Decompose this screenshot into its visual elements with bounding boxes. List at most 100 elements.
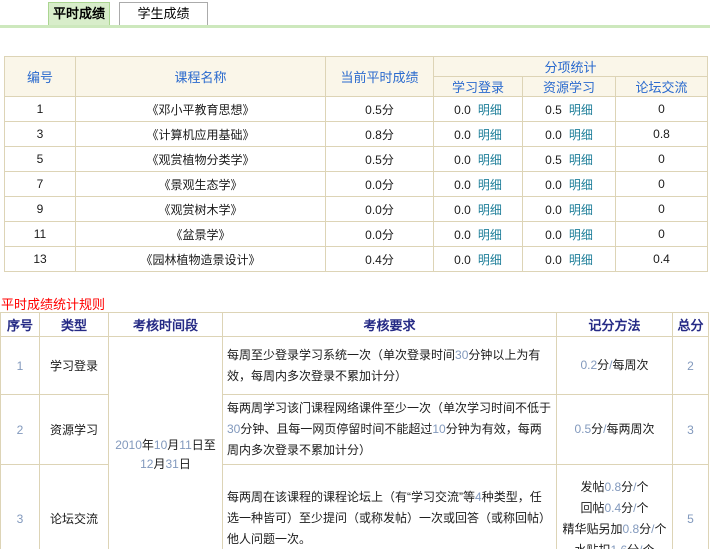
resource-score: 0.5 — [545, 103, 562, 117]
login-score-cell: 0.0 明细 — [434, 147, 523, 172]
col-header-no: 序号 — [1, 313, 40, 337]
resource-detail-link[interactable]: 明细 — [569, 128, 593, 142]
score-row: 11 《盆景学》 0.0分 0.0明细 0.0明细 0 — [5, 222, 708, 247]
rules-header-row: 序号 类型 考核时间段 考核要求 记分方法 总分 — [1, 313, 709, 337]
course-id: 3 — [5, 122, 76, 147]
login-score-cell: 0.0明细 — [434, 97, 523, 122]
login-score: 0.0 — [454, 228, 471, 242]
rule-method-line: 回帖0.4分/个 — [559, 498, 670, 519]
col-header-login: 学习登录 — [434, 77, 523, 97]
forum-score: 0 — [616, 97, 708, 122]
col-header-current-score: 当前平时成绩 — [326, 57, 434, 97]
resource-detail-link[interactable]: 明细 — [569, 253, 593, 267]
course-name: 《观赏植物分类学》 — [76, 147, 326, 172]
course-id: 13 — [5, 247, 76, 272]
rule-no: 3 — [1, 465, 40, 549]
resource-score-cell: 0.5 明细 — [523, 97, 616, 122]
login-detail-link[interactable]: 明细 — [478, 253, 502, 267]
rule-method-line: 0.2分/每周次 — [559, 355, 670, 376]
col-header-breakdown-group: 分项统计 — [434, 57, 708, 77]
course-name: 《邓小平教育思想》 — [76, 97, 326, 122]
col-header-method: 记分方法 — [557, 313, 673, 337]
rule-method-cell: 0.5分/每两周次 — [557, 395, 673, 465]
forum-score: 0 — [616, 172, 708, 197]
rule-method-cell: 发帖0.8分/个 回帖0.4分/个 精华贴另加0.8分/个 水贴扣1.6分/个 — [557, 465, 673, 549]
course-id: 9 — [5, 197, 76, 222]
login-score-cell: 0.0明细 — [434, 122, 523, 147]
current-score: 0.5分 — [326, 147, 434, 172]
rule-requirement: 每两周在该课程的课程论坛上（有“学习交流”等4种类型，任选一种皆可）至少提问（或… — [223, 465, 557, 549]
current-score: 0.0分 — [326, 197, 434, 222]
login-detail-link[interactable]: 明细 — [478, 103, 502, 117]
login-detail-link[interactable]: 明细 — [478, 153, 502, 167]
resource-detail-link[interactable]: 明细 — [569, 228, 593, 242]
current-score: 0.0分 — [326, 222, 434, 247]
rule-type: 学习登录 — [40, 337, 109, 395]
rule-method-line: 水贴扣1.6分/个 — [559, 540, 670, 549]
col-header-type: 类型 — [40, 313, 109, 337]
scores-header-row-1: 编号 课程名称 当前平时成绩 分项统计 — [5, 57, 708, 77]
col-header-period: 考核时间段 — [109, 313, 223, 337]
rule-method-cell: 0.2分/每周次 — [557, 337, 673, 395]
col-header-forum: 论坛交流 — [616, 77, 708, 97]
login-score: 0.0 — [454, 178, 471, 192]
resource-score-cell: 0.0 明细 — [523, 222, 616, 247]
score-row: 5 《观赏植物分类学》 0.5分 0.0明细 0.5明细 0 — [5, 147, 708, 172]
forum-score: 0 — [616, 147, 708, 172]
col-header-requirement: 考核要求 — [223, 313, 557, 337]
login-detail-link[interactable]: 明细 — [478, 178, 502, 192]
score-row: 13 《园林植物造景设计》 0.4分 0.0明细 0.0明细 0.4 — [5, 247, 708, 272]
resource-score: 0.0 — [545, 228, 562, 242]
login-score-cell: 0.0明细 — [434, 247, 523, 272]
login-detail-link[interactable]: 明细 — [478, 128, 502, 142]
rule-no: 2 — [1, 395, 40, 465]
current-score: 0.8分 — [326, 122, 434, 147]
resource-detail-link[interactable]: 明细 — [569, 103, 593, 117]
resource-score: 0.0 — [545, 253, 562, 267]
rule-row: 3 论坛交流 每两周在该课程的课程论坛上（有“学习交流”等4种类型，任选一种皆可… — [1, 465, 709, 549]
col-header-resource: 资源学习 — [523, 77, 616, 97]
resource-score: 0.0 — [545, 178, 562, 192]
col-header-total: 总分 — [673, 313, 709, 337]
resource-score-cell: 0.0 明细 — [523, 122, 616, 147]
login-score: 0.0 — [454, 203, 471, 217]
col-header-id: 编号 — [5, 57, 76, 97]
resource-score: 0.0 — [545, 128, 562, 142]
rule-type: 资源学习 — [40, 395, 109, 465]
tab-underline — [0, 25, 710, 28]
login-score: 0.0 — [454, 153, 471, 167]
current-score: 0.5分 — [326, 97, 434, 122]
forum-score: 0 — [616, 222, 708, 247]
rules-section-title: 平时成绩统计规则 — [1, 294, 105, 313]
rule-method-line: 发帖0.8分/个 — [559, 477, 670, 498]
resource-score-cell: 0.0 明细 — [523, 197, 616, 222]
login-detail-link[interactable]: 明细 — [478, 228, 502, 242]
course-name: 《观赏树木学》 — [76, 197, 326, 222]
course-name: 《计算机应用基础》 — [76, 122, 326, 147]
rule-method-line: 精华贴另加0.8分/个 — [559, 519, 670, 540]
forum-score: 0 — [616, 197, 708, 222]
resource-score-cell: 0.0 明细 — [523, 247, 616, 272]
login-detail-link[interactable]: 明细 — [478, 203, 502, 217]
rule-total: 2 — [673, 337, 709, 395]
course-name: 《园林植物造景设计》 — [76, 247, 326, 272]
rule-total: 3 — [673, 395, 709, 465]
rule-type: 论坛交流 — [40, 465, 109, 549]
login-score-cell: 0.0 明细 — [434, 222, 523, 247]
tab-student-grades[interactable]: 学生成绩 — [119, 2, 208, 26]
resource-detail-link[interactable]: 明细 — [569, 203, 593, 217]
resource-score: 0.5 — [545, 153, 562, 167]
grades-page: 平时成绩 学生成绩 编号 课程名称 当前平时成绩 分项统计 学习登录 资源学习 … — [0, 0, 710, 549]
score-row: 1 《邓小平教育思想》 0.5分 0.0明细 0.5明细 0 — [5, 97, 708, 122]
resource-score: 0.0 — [545, 203, 562, 217]
score-row: 7 《景观生态学》 0.0分 0.0明细 0.0明细 0 — [5, 172, 708, 197]
resource-detail-link[interactable]: 明细 — [569, 153, 593, 167]
login-score-cell: 0.0 明细 — [434, 197, 523, 222]
rule-no: 1 — [1, 337, 40, 395]
resource-detail-link[interactable]: 明细 — [569, 178, 593, 192]
login-score-cell: 0.0 明细 — [434, 172, 523, 197]
tab-regular-grades[interactable]: 平时成绩 — [48, 2, 110, 26]
rule-row: 1 学习登录 2010年10月11日至12月31日 每周至少登录学习系统一次（单… — [1, 337, 709, 395]
rules-table: 序号 类型 考核时间段 考核要求 记分方法 总分 1 学习登录 2010年10月… — [0, 312, 709, 549]
current-score: 0.4分 — [326, 247, 434, 272]
